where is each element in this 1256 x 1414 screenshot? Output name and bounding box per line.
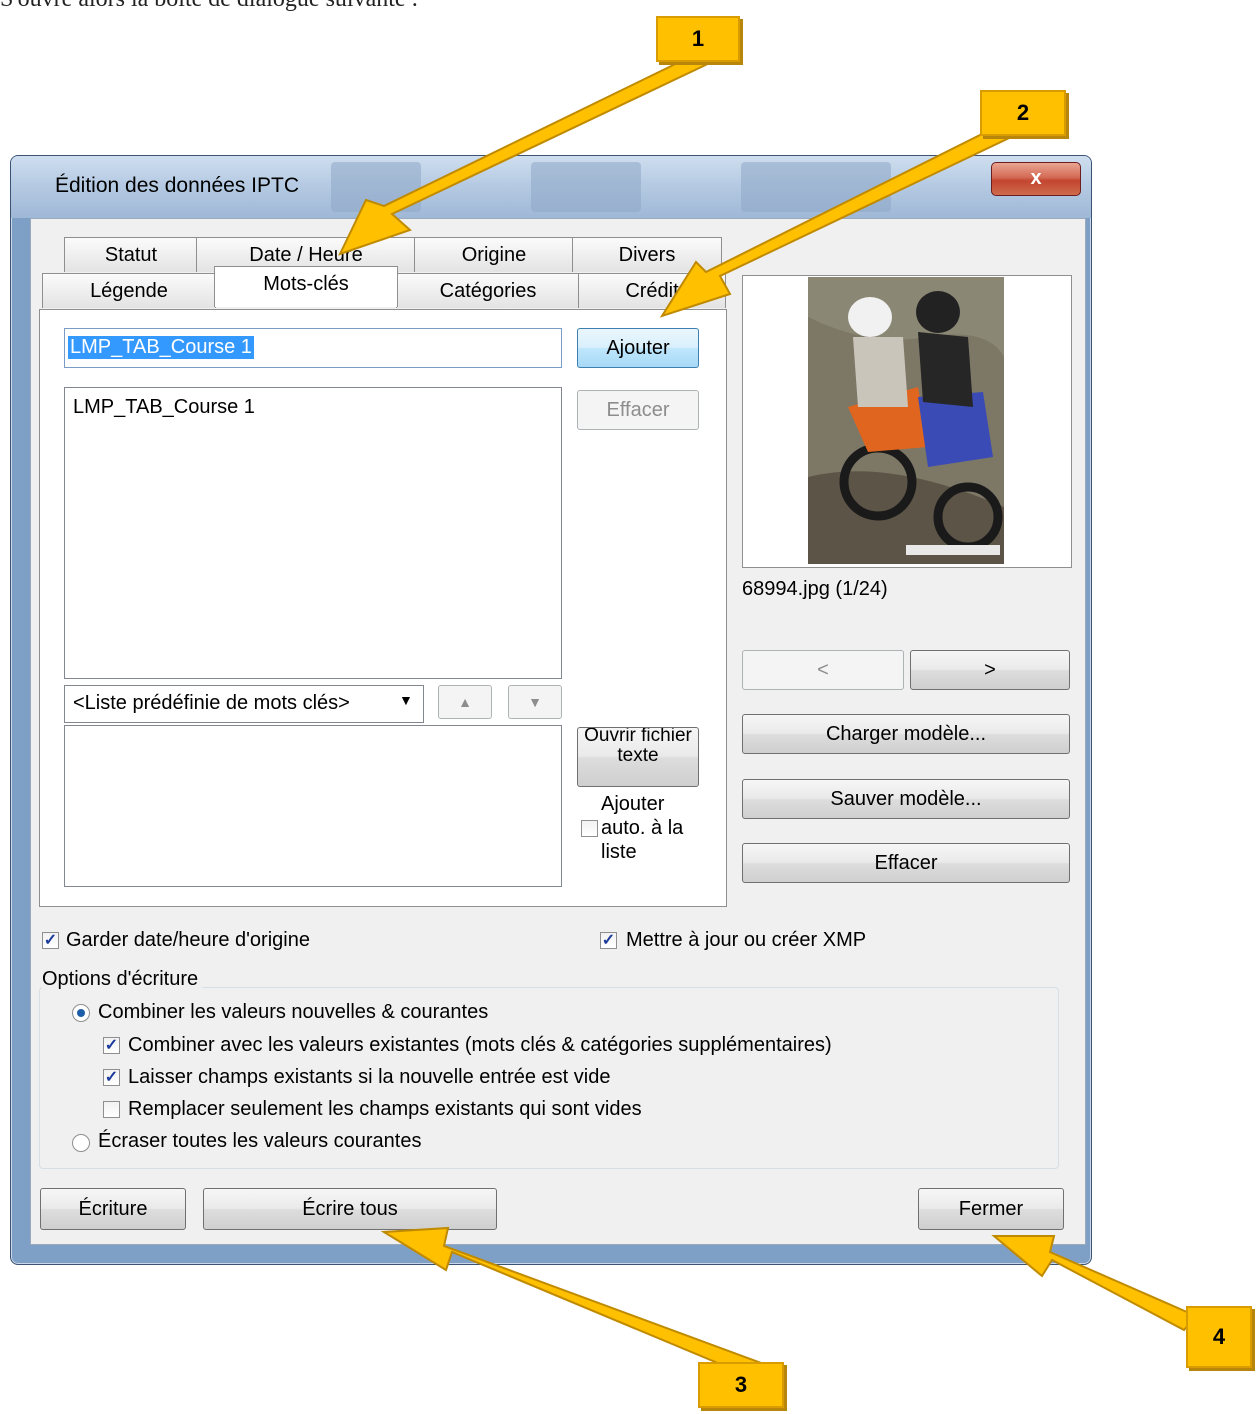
open-text-file-label: Ouvrir fichier texte (584, 727, 692, 766)
close-button[interactable]: Fermer (918, 1188, 1064, 1230)
tab-mots-cles[interactable]: Mots-clés (214, 266, 398, 307)
replace-empty-label: Remplacer seulement les champs existants… (128, 1098, 642, 1120)
callout-4: 4 (1186, 1306, 1252, 1368)
keyword-input[interactable]: LMP_TAB_Course 1 (64, 328, 562, 368)
combine-existing-label: Combiner avec les valeurs existantes (mo… (128, 1034, 832, 1056)
intro-text: S'ouvre alors la boîte de dialogue suiva… (0, 0, 418, 13)
chevron-down-icon: ▼ (399, 692, 413, 708)
arrow-down-icon: ▼ (528, 694, 542, 710)
save-template-button[interactable]: Sauver modèle... (742, 779, 1070, 819)
overwrite-values-radio[interactable] (72, 1134, 90, 1152)
update-xmp-checkbox[interactable]: ✓ (600, 932, 617, 949)
tab-categories[interactable]: Catégories (396, 273, 580, 308)
combine-existing-checkbox[interactable]: ✓ (103, 1037, 120, 1054)
keep-date-label: Garder date/heure d'origine (66, 929, 310, 951)
motocross-photo-image (808, 277, 1004, 564)
update-xmp-label: Mettre à jour ou créer XMP (626, 929, 867, 951)
write-options-title: Options d'écriture (42, 968, 203, 991)
combine-values-radio[interactable] (72, 1004, 90, 1022)
load-template-button[interactable]: Charger modèle... (742, 714, 1070, 754)
add-keyword-button[interactable]: Ajouter (577, 328, 699, 368)
window-title: Édition des données IPTC (55, 174, 299, 197)
close-icon: x (1030, 167, 1042, 189)
tab-divers[interactable]: Divers (572, 237, 722, 272)
title-bar-reflection (331, 162, 421, 212)
tab-legende[interactable]: Légende (42, 273, 216, 308)
move-down-button[interactable]: ▼ (508, 685, 562, 719)
predefined-list-value: <Liste prédéfinie de mots clés> (73, 692, 350, 714)
overwrite-values-label: Écraser toutes les valeurs courantes (98, 1130, 422, 1152)
write-all-button[interactable]: Écrire tous (203, 1188, 497, 1230)
auto-add-checkbox[interactable] (581, 820, 598, 837)
write-button[interactable]: Écriture (40, 1188, 186, 1230)
tab-origine[interactable]: Origine (414, 237, 574, 272)
list-item[interactable]: LMP_TAB_Course 1 (73, 396, 255, 419)
predefined-keyword-list-dropdown[interactable]: <Liste prédéfinie de mots clés> ▼ (64, 685, 424, 723)
title-bar-reflection (741, 162, 891, 212)
move-up-button[interactable]: ▲ (438, 685, 492, 719)
leave-existing-checkbox[interactable]: ✓ (103, 1069, 120, 1086)
auto-add-label: Ajouter auto. à la liste (601, 793, 684, 863)
title-bar-reflection (531, 162, 641, 212)
callout-3: 3 (698, 1362, 784, 1408)
leave-existing-label: Laisser champs existants si la nouvelle … (128, 1066, 611, 1088)
tab-credit[interactable]: Crédit (578, 273, 726, 308)
clear-template-button[interactable]: Effacer (742, 843, 1070, 883)
callout-1: 1 (656, 16, 740, 62)
predefined-keyword-list[interactable] (64, 725, 562, 887)
tab-statut[interactable]: Statut (64, 237, 198, 272)
replace-empty-checkbox[interactable] (103, 1101, 120, 1118)
keyword-list[interactable]: LMP_TAB_Course 1 (64, 387, 562, 679)
combine-values-label: Combiner les valeurs nouvelles & courant… (98, 1001, 489, 1023)
keyword-input-value: LMP_TAB_Course 1 (68, 336, 254, 359)
clear-keyword-button[interactable]: Effacer (577, 390, 699, 430)
previous-image-button[interactable]: < (742, 650, 904, 690)
next-image-button[interactable]: > (910, 650, 1070, 690)
photo-thumbnail (808, 277, 1004, 564)
keep-date-checkbox[interactable]: ✓ (42, 932, 59, 949)
image-filename-caption: 68994.jpg (1/24) (742, 578, 888, 600)
arrow-up-icon: ▲ (458, 694, 472, 710)
open-text-file-button[interactable]: Ouvrir fichier texte (577, 727, 699, 787)
callout-2: 2 (980, 90, 1066, 136)
close-window-button[interactable]: x (991, 162, 1081, 196)
